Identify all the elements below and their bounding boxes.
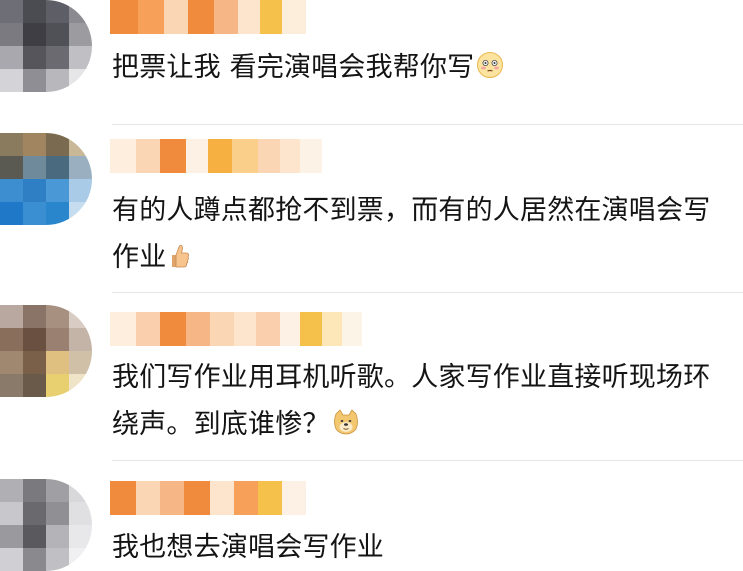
thumbs-up-icon	[168, 237, 190, 284]
username-blurred[interactable]	[110, 481, 306, 515]
avatar[interactable]	[0, 479, 92, 571]
username-blurred[interactable]	[110, 312, 362, 346]
username-blurred[interactable]	[110, 0, 306, 34]
comment-text-content: 我们写作业用耳机听歌。人家写作业直接听现场环绕声。到底谁惨？	[112, 362, 711, 440]
username-blurred[interactable]	[110, 139, 322, 173]
comment-text: 我也想去演唱会写作业	[112, 524, 723, 571]
flushed-face-icon	[476, 47, 504, 94]
comment-text: 把票让我 看完演唱会我帮你写	[112, 44, 723, 94]
avatar[interactable]	[0, 305, 92, 397]
comment-text: 有的人蹲点都抢不到票，而有的人居然在演唱会写作业	[112, 187, 723, 284]
avatar[interactable]	[0, 0, 92, 92]
comment-text-content: 我也想去演唱会写作业	[112, 532, 384, 563]
comment-item-4: 我也想去演唱会写作业	[0, 461, 743, 571]
comment-text-content: 有的人蹲点都抢不到票，而有的人居然在演唱会写作业	[112, 195, 711, 273]
avatar[interactable]	[0, 133, 92, 225]
comment-text-content: 把票让我 看完演唱会我帮你写	[112, 52, 475, 83]
comment-item-1: 把票让我 看完演唱会我帮你写	[0, 0, 743, 124]
comment-text: 我们写作业用耳机听歌。人家写作业直接听现场环绕声。到底谁惨？	[112, 354, 723, 451]
doge-icon	[332, 404, 360, 451]
comment-item-2: 有的人蹲点都抢不到票，而有的人居然在演唱会写作业	[0, 125, 743, 292]
comment-item-3: 我们写作业用耳机听歌。人家写作业直接听现场环绕声。到底谁惨？	[0, 293, 743, 460]
